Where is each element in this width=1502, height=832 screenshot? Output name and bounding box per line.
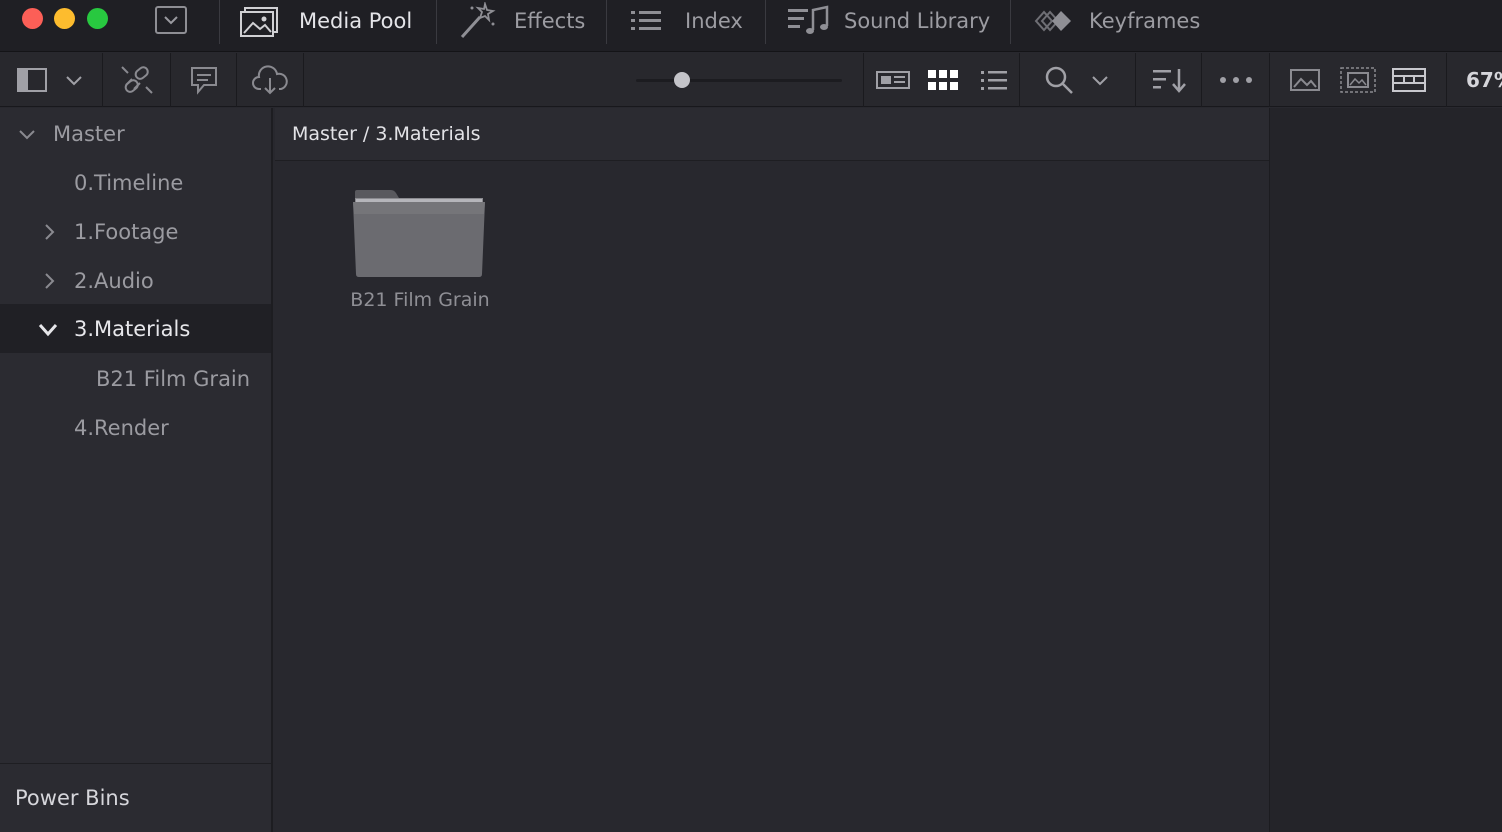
thumbnail-grid-icon[interactable]	[927, 69, 958, 91]
bin-timeline[interactable]: 0.Timeline	[0, 158, 271, 207]
magic-wand-icon	[458, 2, 498, 40]
top-tab-bar: Media Pool Effects Index Sound Library K…	[0, 0, 1502, 52]
image-viewer-icon[interactable]	[1290, 68, 1320, 92]
tab-label: Index	[685, 9, 743, 33]
unlink-icon	[120, 66, 153, 94]
metadata-view-icon[interactable]	[875, 69, 910, 91]
chevron-down-icon	[164, 16, 178, 25]
workspace-menu-button[interactable]	[155, 6, 187, 34]
search-button[interactable]	[1020, 53, 1136, 107]
bin-label: B21 Film Grain	[96, 366, 251, 391]
media-pool-toolbar: 67%	[0, 53, 1502, 107]
bin-label: 4.Render	[74, 415, 169, 440]
bin-b21-film-grain[interactable]: B21 Film Grain	[0, 354, 271, 403]
cloud-sync-button[interactable]	[237, 53, 304, 107]
tab-label: Effects	[514, 9, 586, 33]
breadcrumb: Master / 3.Materials	[275, 108, 1269, 161]
bin-tree-sidebar: Master 0.Timeline 1.Footage 2.Audio 3.Ma…	[0, 108, 273, 832]
chevron-down-icon[interactable]	[37, 318, 59, 340]
window-close-button[interactable]	[22, 8, 43, 29]
music-note-icon	[787, 4, 829, 38]
tab-keyframes[interactable]: Keyframes	[1032, 0, 1200, 42]
frame-viewer-icon[interactable]	[1340, 67, 1376, 93]
window-minimize-button[interactable]	[54, 8, 75, 29]
tab-label: Sound Library	[844, 9, 991, 33]
media-pool-content[interactable]: B21 Film Grain	[275, 162, 1269, 832]
bin-label: 2.Audio	[74, 268, 154, 293]
bin-label: 1.Footage	[74, 219, 179, 244]
chevron-down-icon[interactable]	[16, 123, 38, 145]
more-options-button[interactable]	[1202, 53, 1270, 107]
viewer-panel	[1269, 108, 1502, 832]
bin-label: 0.Timeline	[74, 170, 184, 195]
power-bins-label: Power Bins	[15, 786, 130, 810]
breadcrumb-path: Master / 3.Materials	[292, 123, 481, 145]
folder-item[interactable]: B21 Film Grain	[345, 188, 495, 318]
zoom-level[interactable]: 67%	[1466, 53, 1502, 107]
bin-master[interactable]: Master	[0, 109, 271, 158]
sidebar-panel-icon	[17, 68, 47, 92]
folder-label: B21 Film Grain	[350, 289, 490, 311]
sort-icon	[1152, 69, 1186, 93]
bin-footage[interactable]: 1.Footage	[0, 207, 271, 256]
bin-label: Master	[53, 121, 125, 146]
chevron-right-icon[interactable]	[38, 270, 60, 292]
power-bins-header[interactable]: Power Bins	[0, 763, 271, 832]
bin-render[interactable]: 4.Render	[0, 403, 271, 452]
window-maximize-button[interactable]	[87, 8, 108, 29]
cloud-download-icon	[252, 65, 288, 95]
bin-label: 3.Materials	[74, 316, 191, 341]
tab-media-pool[interactable]: Media Pool	[240, 0, 412, 42]
bin-materials[interactable]: 3.Materials	[0, 304, 271, 353]
keyframes-icon	[1032, 8, 1074, 34]
chevron-right-icon[interactable]	[38, 221, 60, 243]
search-icon	[1045, 66, 1073, 94]
tab-label: Media Pool	[299, 9, 413, 33]
list-view-icon[interactable]	[980, 69, 1008, 91]
tab-label: Keyframes	[1089, 9, 1201, 33]
filmstrip-viewer-icon[interactable]	[1392, 68, 1426, 92]
more-dots-icon	[1219, 77, 1252, 83]
thumbnail-size-slider[interactable]	[636, 70, 842, 90]
metadata-button[interactable]	[171, 53, 237, 107]
view-mode-group	[863, 53, 1020, 107]
tab-index[interactable]: Index	[630, 0, 743, 42]
chevron-down-icon	[66, 76, 82, 86]
sidebar-toggle-button[interactable]	[0, 53, 103, 107]
chevron-down-icon	[1091, 76, 1108, 86]
media-pool-icon	[240, 5, 280, 37]
slider-thumb[interactable]	[674, 72, 690, 88]
viewer-mode-group	[1270, 53, 1447, 107]
sort-button[interactable]	[1136, 53, 1202, 107]
folder-icon	[353, 190, 485, 277]
slider-track	[636, 79, 842, 82]
speech-bubble-icon	[190, 67, 217, 95]
tab-sound-library[interactable]: Sound Library	[787, 0, 990, 42]
list-icon	[630, 8, 662, 34]
tab-effects[interactable]: Effects	[458, 0, 585, 42]
unlink-clip-button[interactable]	[103, 53, 171, 107]
bin-audio[interactable]: 2.Audio	[0, 256, 271, 305]
